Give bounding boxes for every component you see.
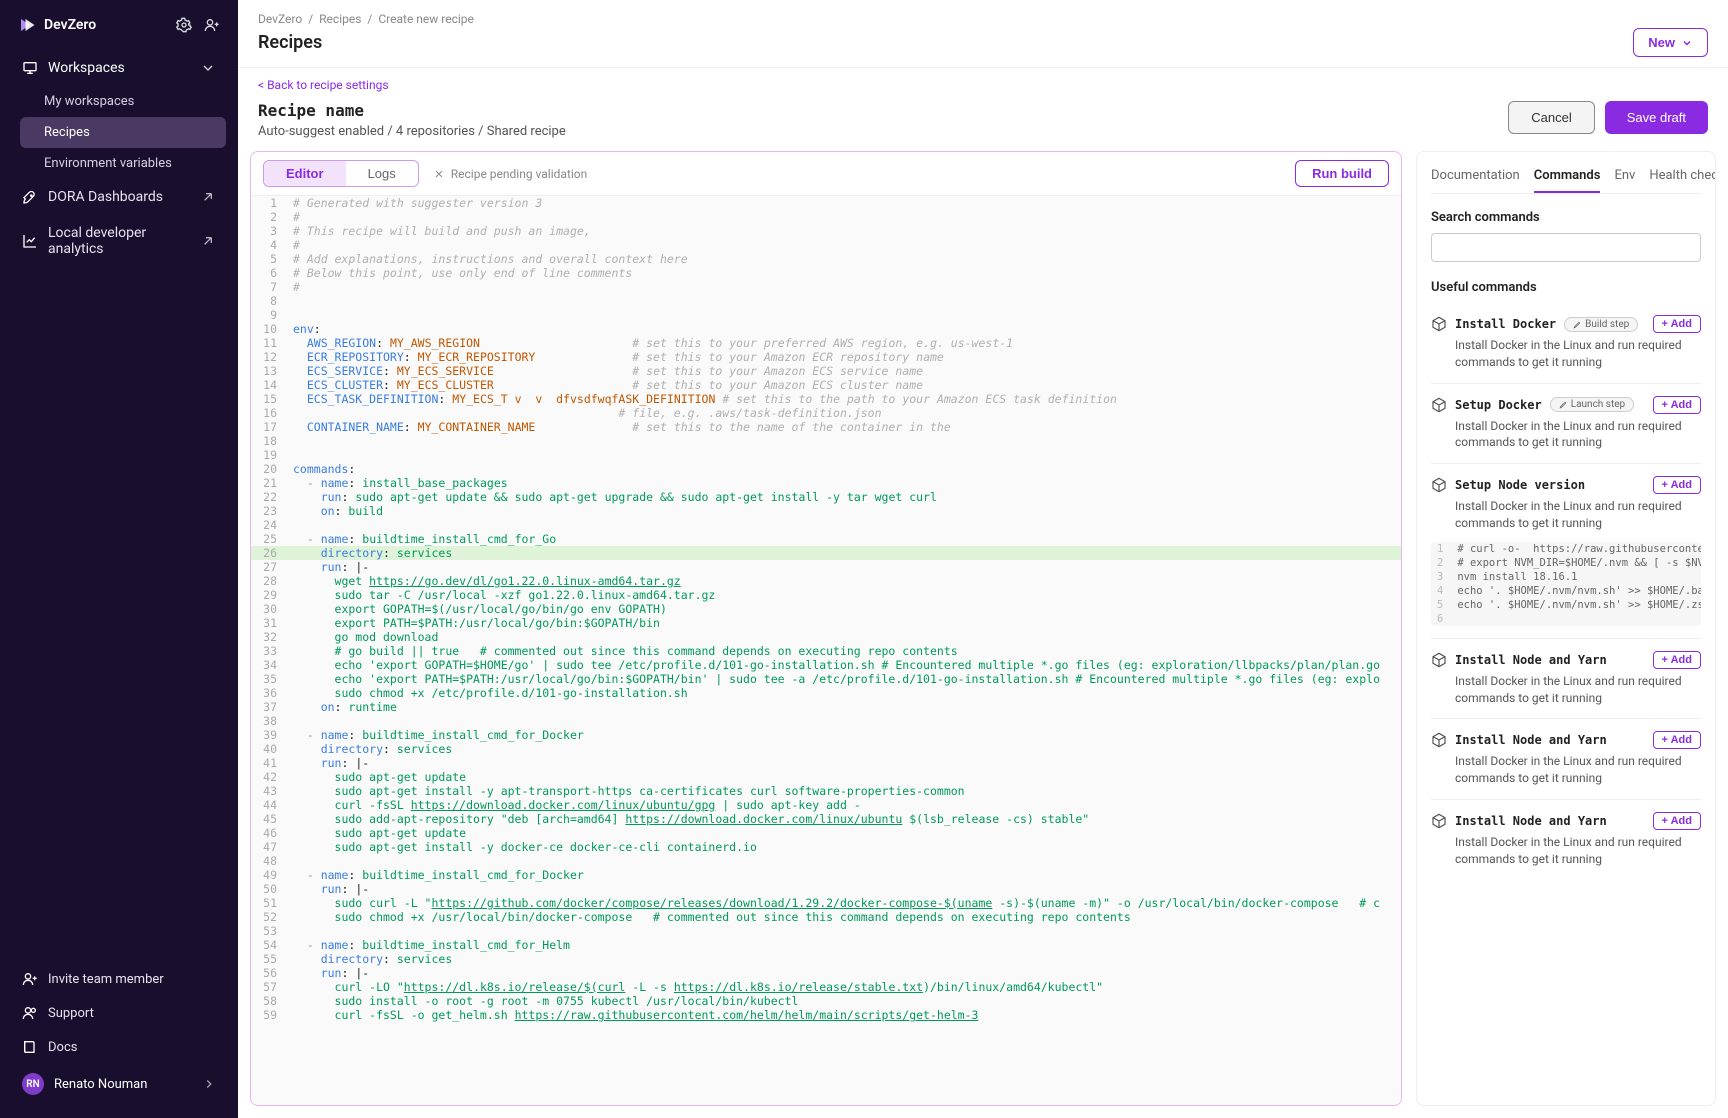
package-icon xyxy=(1431,316,1447,332)
command-item: Install Node and Yarn + Add Install Docker… xyxy=(1431,799,1701,880)
run-build-button[interactable]: Run build xyxy=(1295,160,1389,187)
validation-status: Recipe pending validation xyxy=(433,167,588,181)
gear-icon[interactable] xyxy=(176,17,192,33)
command-description: Install Docker in the Linux and run requ… xyxy=(1431,673,1701,707)
package-icon xyxy=(1431,732,1447,748)
nav-workspaces-sub: My workspacesRecipesEnvironment variable… xyxy=(20,86,226,179)
command-description: Install Docker in the Linux and run requ… xyxy=(1431,418,1701,452)
sidebar: DevZero Workspaces My workspacesRecipesE… xyxy=(0,0,238,1118)
command-description: Install Docker in the Linux and run requ… xyxy=(1431,753,1701,787)
recipe-meta: Auto-suggest enabled / 4 repositories / … xyxy=(258,124,566,139)
crumb[interactable]: Create new recipe xyxy=(378,12,474,26)
command-description: Install Docker in the Linux and run requ… xyxy=(1431,834,1701,868)
chevron-down-icon xyxy=(200,60,216,76)
package-icon xyxy=(1431,652,1447,668)
sidebar-invite-team-member[interactable]: Invite team member xyxy=(12,962,226,996)
add-command-button[interactable]: + Add xyxy=(1653,812,1701,830)
nav-item-dora-dashboards[interactable]: DORA Dashboards xyxy=(12,179,226,215)
sp-tab-health-checks[interactable]: Health checks xyxy=(1649,164,1716,193)
sidebar-header: DevZero xyxy=(0,0,238,50)
nav-item-local-developer-analytics[interactable]: Local developer analytics xyxy=(12,215,226,267)
command-item: Install Docker Build step + Add Install Do… xyxy=(1431,303,1701,383)
command-name: Setup Node version xyxy=(1455,478,1585,492)
package-icon xyxy=(1431,397,1447,413)
nav-workspaces[interactable]: Workspaces xyxy=(12,50,226,86)
sidebar-docs[interactable]: Docs xyxy=(12,1030,226,1064)
sidebar-item-my-workspaces[interactable]: My workspaces xyxy=(20,86,226,117)
command-name: Install Docker xyxy=(1455,317,1556,331)
commands-panel: Documentation Commands Env Health checks Se… xyxy=(1416,151,1716,1106)
monitor-icon xyxy=(22,60,38,76)
validation-text: Recipe pending validation xyxy=(451,167,588,181)
nav: Workspaces My workspacesRecipesEnvironme… xyxy=(0,50,238,267)
save-draft-button[interactable]: Save draft xyxy=(1605,101,1708,134)
users-icon xyxy=(22,1005,38,1021)
main: DevZero/Recipes/Create new recipe Recipe… xyxy=(238,0,1728,1118)
editor-tabs: EditorLogs xyxy=(263,160,419,187)
cancel-button[interactable]: Cancel xyxy=(1508,101,1594,134)
add-command-button[interactable]: + Add xyxy=(1653,396,1701,414)
chevron-down-icon xyxy=(1681,37,1693,49)
nav-workspaces-label: Workspaces xyxy=(48,60,125,76)
command-description: Install Docker in the Linux and run requ… xyxy=(1431,337,1701,371)
new-button[interactable]: New xyxy=(1633,28,1708,57)
new-button-label: New xyxy=(1648,35,1675,50)
command-badge: Build step xyxy=(1564,317,1638,332)
x-icon xyxy=(433,168,445,180)
command-name: Setup Docker xyxy=(1455,398,1542,412)
command-item: Setup Node version + Add Install Docker in… xyxy=(1431,463,1701,638)
sidebar-item-recipes[interactable]: Recipes xyxy=(20,117,226,148)
sp-tab-env[interactable]: Env xyxy=(1614,164,1635,193)
external-link-icon xyxy=(200,233,216,249)
command-item: Install Node and Yarn + Add Install Docker… xyxy=(1431,638,1701,719)
add-command-button[interactable]: + Add xyxy=(1653,651,1701,669)
command-name: Install Node and Yarn xyxy=(1455,653,1607,667)
command-name: Install Node and Yarn xyxy=(1455,733,1607,747)
user-name: Renato Nouman xyxy=(54,1077,147,1092)
brand-name: DevZero xyxy=(44,17,96,33)
search-commands-input[interactable] xyxy=(1431,233,1701,262)
tab-logs[interactable]: Logs xyxy=(346,161,418,186)
crumb[interactable]: Recipes xyxy=(319,12,361,26)
tab-editor[interactable]: Editor xyxy=(264,161,346,186)
command-snippet: 1# curl -o- https://raw.githubuserconten… xyxy=(1431,542,1701,626)
useful-commands-label: Useful commands xyxy=(1431,280,1701,295)
external-link-icon xyxy=(200,189,216,205)
breadcrumb: DevZero/Recipes/Create new recipe xyxy=(238,0,1728,28)
code-editor[interactable]: 1# Generated with suggester version 32#3… xyxy=(251,196,1401,1105)
add-command-button[interactable]: + Add xyxy=(1653,731,1701,749)
package-icon xyxy=(1431,477,1447,493)
sidebar-user[interactable]: RN Renato Nouman xyxy=(12,1064,226,1104)
sp-tab-commands[interactable]: Commands xyxy=(1534,164,1601,193)
rocket-icon xyxy=(22,189,38,205)
chart-icon xyxy=(22,233,38,249)
search-commands-label: Search commands xyxy=(1431,210,1701,225)
page-title: Recipes xyxy=(258,32,322,53)
add-command-button[interactable]: + Add xyxy=(1653,315,1701,333)
chevron-right-icon xyxy=(202,1077,216,1091)
commands-list: Install Docker Build step + Add Install Do… xyxy=(1431,303,1701,880)
add-command-button[interactable]: + Add xyxy=(1653,476,1701,494)
command-badge: Launch step xyxy=(1550,397,1634,412)
book-icon xyxy=(22,1039,38,1055)
recipe-name: Recipe name xyxy=(258,101,566,120)
avatar: RN xyxy=(22,1073,44,1095)
back-link[interactable]: < Back to recipe settings xyxy=(258,78,389,92)
command-name: Install Node and Yarn xyxy=(1455,814,1607,828)
logo-icon xyxy=(18,16,36,34)
editor-panel: EditorLogs Recipe pending validation Run… xyxy=(250,151,1402,1106)
user-plus-icon xyxy=(22,971,38,987)
command-description: Install Docker in the Linux and run requ… xyxy=(1431,498,1701,532)
logo[interactable]: DevZero xyxy=(18,16,96,34)
side-panel-tabs: DocumentationCommandsEnvHealth checks xyxy=(1431,164,1701,194)
package-icon xyxy=(1431,813,1447,829)
command-item: Setup Docker Launch step + Add Install Doc… xyxy=(1431,383,1701,464)
sp-tab-documentation[interactable]: Documentation xyxy=(1431,164,1520,193)
crumb[interactable]: DevZero xyxy=(258,12,302,26)
command-item: Install Node and Yarn + Add Install Docker… xyxy=(1431,718,1701,799)
sidebar-support[interactable]: Support xyxy=(12,996,226,1030)
sidebar-item-environment-variables[interactable]: Environment variables xyxy=(20,148,226,179)
user-plus-icon[interactable] xyxy=(204,17,220,33)
sidebar-bottom: Invite team memberSupportDocs RN Renato … xyxy=(0,954,238,1118)
